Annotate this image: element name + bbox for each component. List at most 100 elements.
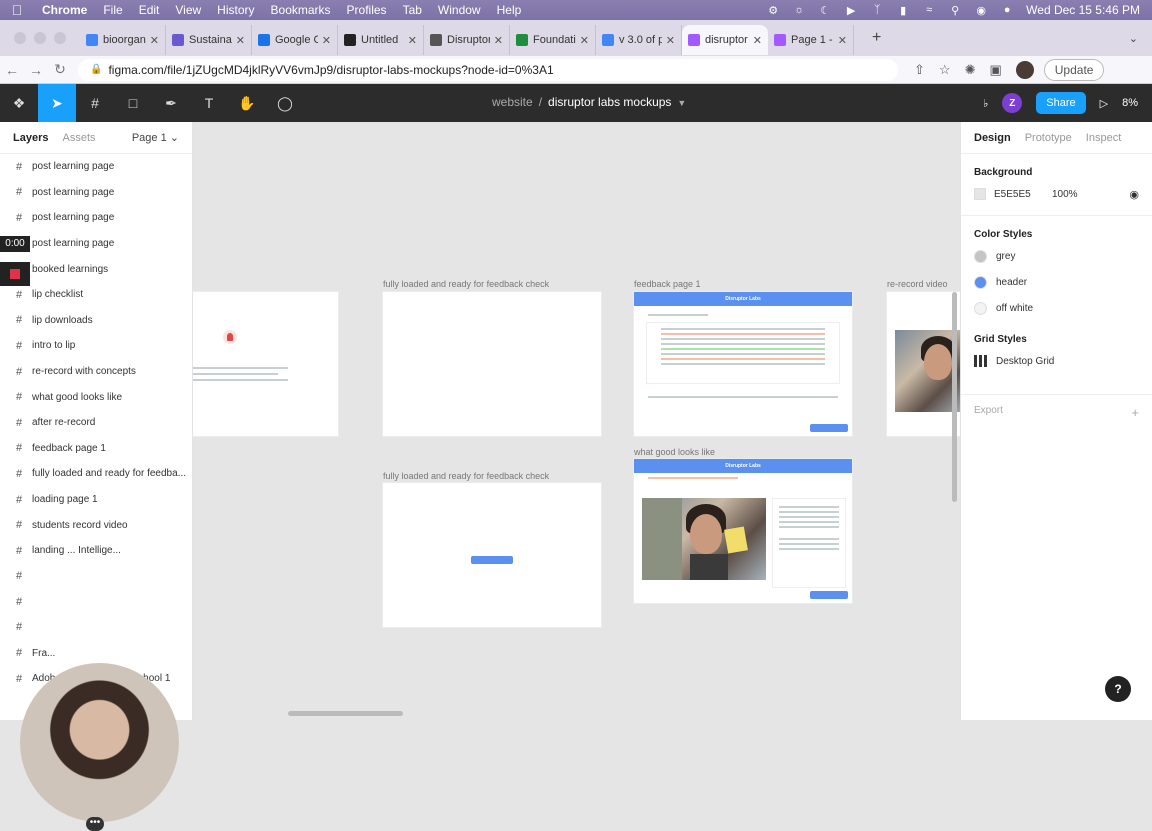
address-bar[interactable]: 🔒 figma.com/file/1jZUgcMD4jklRyVV6vmJp9/… — [78, 58, 898, 81]
present-icon[interactable]: ▷ — [1100, 97, 1108, 110]
frame-label[interactable]: fully loaded and ready for feedback chec… — [383, 471, 549, 481]
url-text[interactable]: figma.com/file/1jZUgcMD4jklRyVV6vmJp9/di… — [108, 63, 553, 77]
close-icon[interactable]: ✕ — [494, 34, 503, 47]
background-hex-input[interactable]: E5E5E5 — [994, 189, 1052, 200]
bluetooth-icon[interactable]: ᛉ — [870, 4, 884, 16]
layer-item[interactable]: # after re-record — [0, 410, 192, 436]
chevron-down-icon[interactable]: ▼ — [677, 98, 686, 108]
tab-design[interactable]: Design — [974, 132, 1011, 144]
browser-tab[interactable]: Google Cale ✕ — [252, 25, 338, 55]
minimize-window-button[interactable] — [34, 32, 46, 44]
close-icon[interactable]: ✕ — [666, 34, 675, 47]
menu-view[interactable]: View — [167, 3, 209, 17]
hand-tool-icon[interactable]: ✋ — [228, 84, 266, 122]
menu-app-name[interactable]: Chrome — [34, 3, 95, 17]
canvas-frame[interactable] — [193, 292, 338, 436]
close-icon[interactable]: ✕ — [150, 34, 159, 47]
menu-bookmarks[interactable]: Bookmarks — [263, 3, 339, 17]
lock-icon[interactable]: 🔒 — [90, 64, 102, 75]
battery-icon[interactable]: ▮ — [896, 4, 910, 17]
browser-tab[interactable]: Disruptor La ✕ — [424, 25, 510, 55]
add-export-icon[interactable]: + — [1131, 405, 1139, 420]
layer-item[interactable]: # loading page 1 — [0, 487, 192, 513]
vertical-scrollbar[interactable] — [952, 292, 957, 502]
help-button[interactable]: ? — [1105, 676, 1131, 702]
canvas-frame[interactable] — [383, 483, 601, 627]
menu-help[interactable]: Help — [489, 3, 530, 17]
close-window-button[interactable] — [14, 32, 26, 44]
siri-icon[interactable]: ● — [1000, 4, 1014, 16]
layer-item[interactable]: # post learning page — [0, 205, 192, 231]
layer-item[interactable]: # — [0, 615, 192, 641]
background-swatch[interactable] — [974, 188, 986, 200]
grid-style-item[interactable]: Desktop Grid — [974, 348, 1139, 374]
chevron-down-icon[interactable]: ⌄ — [1129, 32, 1138, 45]
search-icon[interactable]: ⚲ — [948, 4, 962, 17]
comment-tool-icon[interactable]: ◯ — [266, 84, 304, 122]
menu-history[interactable]: History — [209, 3, 262, 17]
control-center-icon[interactable]: ◉ — [974, 4, 988, 17]
layer-item[interactable]: # post learning page — [0, 180, 192, 206]
layer-item[interactable]: # — [0, 564, 192, 590]
project-name[interactable]: website — [492, 95, 533, 109]
menu-profiles[interactable]: Profiles — [339, 3, 395, 17]
reload-button[interactable]: ↻ — [48, 61, 72, 78]
background-opacity-input[interactable]: 100% — [1052, 189, 1078, 200]
browser-tab[interactable]: Foundations ✕ — [510, 25, 596, 55]
user-avatar[interactable]: Z — [1002, 93, 1023, 113]
stop-recording-button[interactable] — [0, 262, 30, 286]
frame-tool-icon[interactable]: # — [76, 84, 114, 122]
browser-tab[interactable]: v 3.0 of prop ✕ — [596, 25, 682, 55]
canvas-frame[interactable] — [887, 292, 960, 436]
puzzle-icon[interactable]: ▣ — [989, 62, 1001, 78]
layer-item[interactable]: # Fra... — [0, 640, 192, 666]
eye-icon[interactable]: ◉ — [1129, 188, 1139, 201]
share-button[interactable]: Share — [1036, 92, 1086, 114]
color-style-item[interactable]: grey — [974, 243, 1139, 269]
layer-item[interactable]: # what good looks like — [0, 384, 192, 410]
frame-label[interactable]: fully loaded and ready for feedback chec… — [383, 279, 549, 289]
new-tab-button[interactable]: + — [872, 29, 881, 47]
tab-assets[interactable]: Assets — [62, 132, 95, 144]
menu-edit[interactable]: Edit — [131, 3, 168, 17]
browser-tab[interactable]: Sustainable ✕ — [166, 25, 252, 55]
file-name[interactable]: disruptor labs mockups — [548, 95, 671, 109]
share-icon[interactable]: ⇧ — [914, 62, 925, 78]
shape-tool-icon[interactable]: □ — [114, 84, 152, 122]
brightness-icon[interactable]: ☼ — [792, 4, 806, 16]
figma-menu-icon[interactable]: ❖ — [0, 84, 38, 122]
tab-inspect[interactable]: Inspect — [1086, 132, 1121, 144]
browser-tab[interactable]: bioorganic c ✕ — [80, 25, 166, 55]
layer-item[interactable]: # intro to lip — [0, 333, 192, 359]
layer-item[interactable]: # post learning page — [0, 154, 192, 180]
frame-label[interactable]: what good looks like — [634, 447, 715, 457]
pen-tool-icon[interactable]: ✒ — [152, 84, 190, 122]
frame-label[interactable]: feedback page 1 — [634, 279, 701, 289]
profile-avatar[interactable] — [1015, 60, 1034, 79]
tab-layers[interactable]: Layers — [13, 132, 48, 144]
moon-icon[interactable]: ☾ — [818, 4, 832, 17]
browser-tab[interactable]: Page 1 - d ✕ — [768, 25, 854, 55]
canvas-frame[interactable]: Disruptor Labs — [634, 292, 852, 436]
horizontal-scrollbar[interactable] — [288, 711, 403, 716]
apple-icon[interactable]:  — [0, 2, 34, 18]
layer-item[interactable]: # re-record with concepts — [0, 359, 192, 385]
forward-button[interactable]: → — [24, 62, 48, 78]
layer-item[interactable]: # landing ... Intellige... — [0, 538, 192, 564]
close-icon[interactable]: ✕ — [322, 34, 331, 47]
menu-window[interactable]: Window — [430, 3, 489, 17]
back-button[interactable]: ← — [0, 62, 24, 78]
layer-item[interactable]: # — [0, 589, 192, 615]
color-style-item[interactable]: header — [974, 269, 1139, 295]
play-icon[interactable]: ▶ — [844, 4, 858, 17]
canvas-frame[interactable] — [383, 292, 601, 436]
text-tool-icon[interactable]: T — [190, 84, 228, 122]
layer-item[interactable]: # feedback page 1 — [0, 436, 192, 462]
close-icon[interactable]: ✕ — [753, 34, 762, 47]
wifi-icon[interactable]: ≈ — [922, 4, 936, 16]
layer-item[interactable]: # fully loaded and ready for feedba... — [0, 461, 192, 487]
close-icon[interactable]: ✕ — [408, 34, 417, 47]
gear-icon[interactable]: ⚙ — [766, 4, 780, 17]
headphones-icon[interactable]: ♭ — [983, 97, 988, 110]
bookmark-star-icon[interactable]: ☆ — [939, 62, 951, 78]
